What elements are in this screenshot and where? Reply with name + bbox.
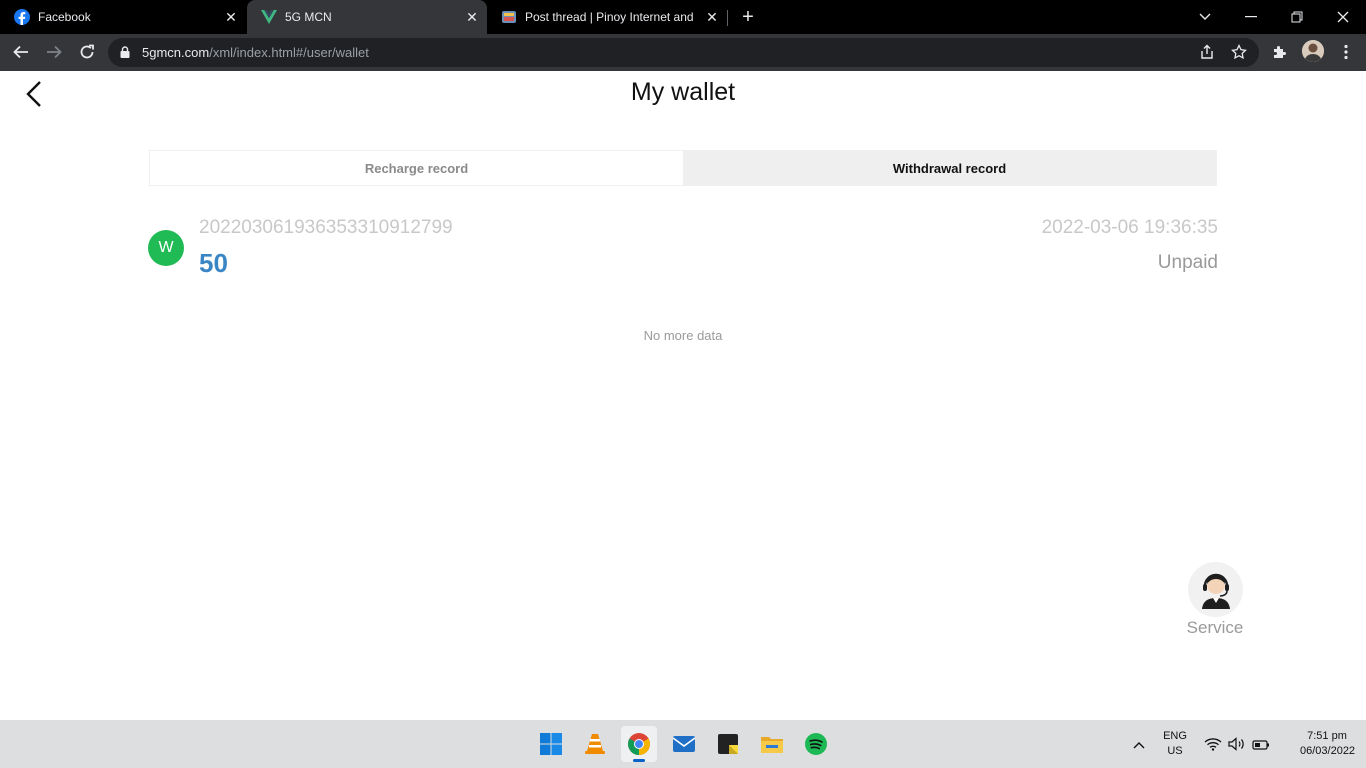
no-more-data-text: No more data	[643, 328, 723, 343]
lock-icon[interactable]	[120, 46, 130, 58]
taskbar: ENG US 7:51 pm 06/03/2022	[0, 720, 1366, 768]
chevron-up-icon	[1133, 742, 1145, 749]
address-bar[interactable]: 5gmcn.com/xml/index.html#/user/wallet	[108, 38, 1259, 67]
forum-icon	[502, 11, 516, 23]
restore-button[interactable]	[1274, 0, 1320, 34]
browser-tabstrip: Facebook ✕ 5G MCN ✕ Post thread | Pinoy …	[0, 0, 1366, 34]
back-nav-button[interactable]	[11, 42, 31, 62]
record-time: 2022-03-06 19:36:35	[1041, 217, 1218, 238]
kebab-menu-icon	[1344, 44, 1348, 60]
tab-pinoy-forum[interactable]: Post thread | Pinoy Internet and T ✕	[487, 0, 727, 34]
reload-button[interactable]	[77, 42, 97, 62]
tab-title: Post thread | Pinoy Internet and T	[525, 10, 695, 24]
mail-icon	[672, 736, 696, 752]
lang-text: ENG	[1163, 730, 1187, 742]
spotify-icon	[805, 733, 827, 755]
service-label: Service	[1186, 618, 1244, 637]
tab-title: Facebook	[38, 10, 91, 24]
share-icon	[1201, 44, 1213, 59]
battery-charging-icon	[1252, 740, 1269, 750]
close-icon[interactable]: ✕	[703, 8, 721, 26]
reload-icon	[80, 44, 94, 59]
wifi-icon	[1204, 738, 1222, 751]
list-item[interactable]: W 202203061936353310912799 50 2022-03-06…	[148, 212, 1218, 282]
speaker-icon	[1228, 737, 1244, 751]
star-icon	[1231, 44, 1247, 60]
bookmark-button[interactable]	[1229, 42, 1249, 62]
vlc-icon	[585, 734, 605, 754]
show-hidden-icons-button[interactable]	[1133, 736, 1145, 754]
clock[interactable]: 7:51 pm 06/03/2022	[1300, 729, 1356, 759]
record-order-id: 202203061936353310912799	[199, 217, 453, 238]
close-icon	[1337, 11, 1349, 23]
record-amount: 50	[199, 248, 228, 278]
windows-icon	[540, 733, 562, 755]
tab-search-button[interactable]	[1182, 0, 1228, 34]
restore-icon	[1291, 11, 1303, 23]
record-tabs: Recharge record Withdrawal record	[149, 150, 1217, 186]
network-button[interactable]	[1204, 735, 1222, 753]
sticky-notes-icon	[718, 734, 738, 754]
taskbar-file-explorer[interactable]	[754, 726, 790, 762]
minimize-button[interactable]	[1228, 0, 1274, 34]
service-button[interactable]: Service	[1176, 561, 1254, 641]
extensions-button[interactable]	[1270, 42, 1290, 62]
new-tab-button[interactable]: +	[738, 7, 758, 27]
tab-separator	[727, 10, 728, 26]
share-button[interactable]	[1197, 42, 1217, 62]
volume-button[interactable]	[1228, 735, 1246, 753]
chevron-down-icon	[1199, 13, 1211, 20]
facebook-icon	[14, 9, 30, 25]
url-path: /xml/index.html#/user/wallet	[209, 45, 369, 60]
start-button[interactable]	[533, 726, 569, 762]
tab-title: 5G MCN	[285, 10, 332, 24]
forward-nav-button[interactable]	[44, 42, 64, 62]
menu-button[interactable]	[1336, 42, 1356, 62]
vue-icon	[261, 10, 277, 24]
close-window-button[interactable]	[1320, 0, 1366, 34]
record-status: Unpaid	[1157, 252, 1218, 273]
browser-toolbar: 5gmcn.com/xml/index.html#/user/wallet	[0, 34, 1366, 71]
clock-time: 7:51 pm	[1307, 730, 1347, 742]
close-icon[interactable]: ✕	[463, 8, 481, 26]
record-avatar: W	[148, 230, 184, 266]
tab-5gmcn[interactable]: 5G MCN ✕	[247, 0, 487, 34]
active-indicator	[633, 759, 645, 762]
region-text: US	[1167, 745, 1183, 757]
taskbar-spotify[interactable]	[798, 726, 834, 762]
profile-avatar[interactable]	[1302, 40, 1324, 62]
arrow-left-icon	[13, 45, 28, 59]
arrow-right-icon	[47, 45, 62, 59]
minimize-icon	[1245, 16, 1257, 18]
battery-button[interactable]	[1252, 736, 1270, 754]
tab-facebook[interactable]: Facebook ✕	[0, 0, 246, 34]
tab-withdrawal-record[interactable]: Withdrawal record	[683, 151, 1216, 185]
customer-service-icon	[1188, 562, 1243, 617]
clock-date: 06/03/2022	[1300, 745, 1356, 757]
taskbar-sticky-notes[interactable]	[710, 726, 746, 762]
puzzle-icon	[1274, 46, 1286, 58]
folder-icon	[761, 737, 783, 753]
tab-recharge-record[interactable]: Recharge record	[150, 151, 683, 185]
taskbar-vlc[interactable]	[577, 726, 613, 762]
taskbar-chrome[interactable]	[621, 726, 657, 762]
page-title: My wallet	[630, 78, 736, 106]
taskbar-mail[interactable]	[666, 726, 702, 762]
chrome-icon	[628, 733, 650, 755]
url-text[interactable]: 5gmcn.com/xml/index.html#/user/wallet	[142, 45, 369, 60]
wallet-page: My wallet Recharge record Withdrawal rec…	[0, 71, 1366, 720]
close-icon[interactable]: ✕	[222, 8, 240, 26]
input-language[interactable]: ENG US	[1158, 729, 1192, 759]
url-host: 5gmcn.com	[142, 45, 210, 60]
profile-photo-icon	[1302, 40, 1324, 62]
